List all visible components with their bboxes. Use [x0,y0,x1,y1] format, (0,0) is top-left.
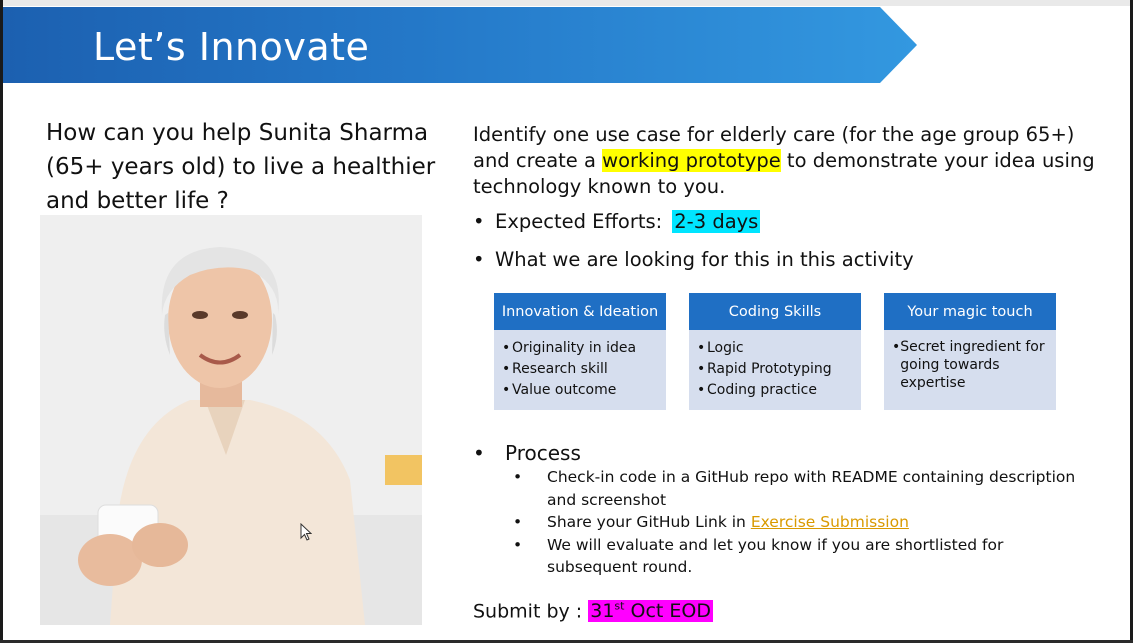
photo-illustration [40,215,422,625]
submit-by-line: Submit by : 31st Oct EOD [473,600,713,623]
intro-paragraph: Identify one use case for elderly care (… [473,122,1113,200]
card-coding-skills: Coding Skills • Logic • Rapid Prototyping … [689,293,861,410]
mouse-cursor-icon [300,523,312,541]
process-heading: • Process [473,441,581,465]
card-list-item: • Value outcome [502,382,617,398]
card-list-item: • Logic [697,340,744,356]
process-list: • Check-in code in a GitHub repo with REA… [513,466,1088,579]
efforts-label: Expected Efforts: [495,210,663,233]
title-banner: Let’s Innovate [3,7,917,83]
bullet-icon: • [473,248,485,271]
exercise-submission-link[interactable]: Exercise Submission [751,513,909,531]
card-list-item: • Rapid Prototyping [697,361,832,377]
submit-label: Submit by : [473,600,583,623]
elderly-woman-photo [40,215,422,625]
working-prototype-highlight: working prototype [602,149,781,172]
slide-title: Let’s Innovate [93,25,370,69]
card-title: Innovation & Ideation [494,293,666,330]
process-item-share: • Share your GitHub Link in Exercise Sub… [513,513,909,531]
card-magic-touch: Your magic touch • Secret ingredient for … [884,293,1056,410]
card-list-item: • Secret ingredient for going towards exp… [892,339,1045,391]
looking-for-line: • What we are looking for this in this a… [473,248,914,271]
bullet-icon: • [473,210,485,233]
card-list-item: • Originality in idea [502,340,637,356]
expected-efforts-line: • Expected Efforts: 2-3 days [473,210,761,233]
process-label: Process [505,441,581,465]
looking-for-text: What we are looking for this in this act… [495,248,914,271]
question-text: How can you help Sunita Sharma (65+ year… [46,120,436,214]
process-item-checkin: • Check-in code in a GitHub repo with REA… [513,468,1076,509]
card-title: Your magic touch [884,293,1056,330]
submit-deadline-highlight: 31st Oct EOD [588,600,713,623]
efforts-value-highlight: 2-3 days [672,210,761,233]
window-left-edge [0,0,3,643]
window-top-edge [0,0,1133,6]
card-list-item: • Research skill [502,361,608,377]
card-innovation-ideation: Innovation & Ideation • Originality in id… [494,293,666,410]
process-item-evaluate: • We will evaluate and let you know if yo… [513,535,1004,577]
card-title: Coding Skills [689,293,861,330]
bullet-icon: • [473,441,485,465]
card-list-item: • Coding practice [697,382,817,398]
